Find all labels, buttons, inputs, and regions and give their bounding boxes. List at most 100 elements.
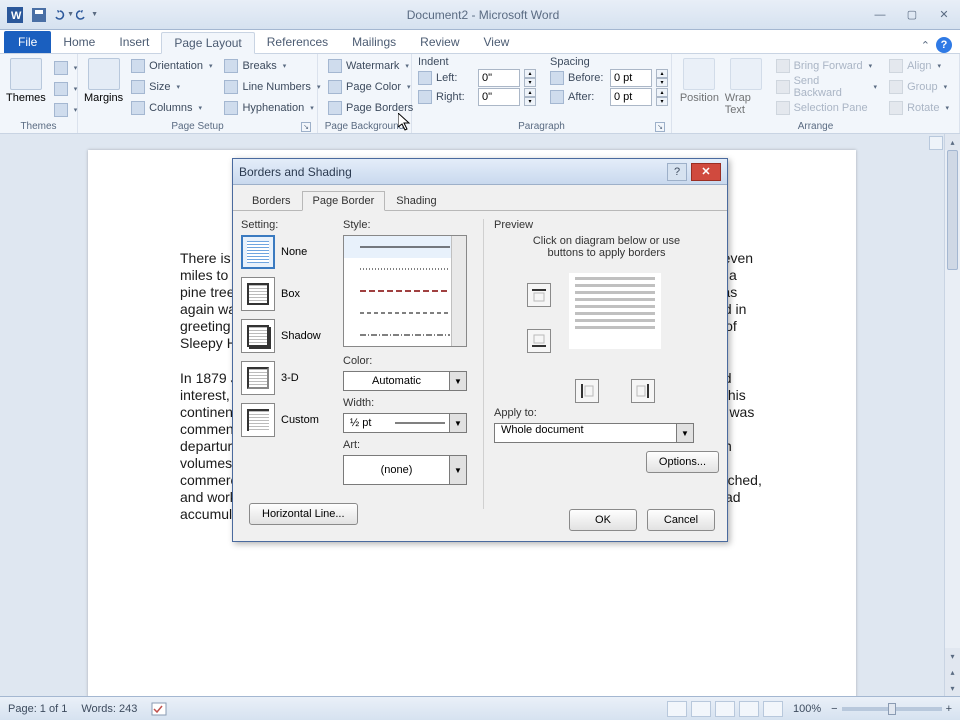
setting-shadow[interactable]: Shadow [241,319,337,353]
preview-top-border-button[interactable] [527,283,551,307]
line-numbers-button[interactable]: Line Numbers▾ [220,77,324,97]
preview-page[interactable] [569,273,661,349]
theme-fonts-button[interactable]: ▾ [50,79,82,99]
margins-button[interactable]: Margins [84,56,123,104]
status-page[interactable]: Page: 1 of 1 [8,703,67,715]
zoom-slider[interactable] [842,707,942,711]
style-list-scrollbar[interactable] [451,236,466,346]
art-combo[interactable]: (none)▼ [343,455,467,485]
tab-view[interactable]: View [472,31,522,53]
tab-page-border[interactable]: Page Border [302,191,386,211]
space-before-up[interactable]: ▴ [656,69,668,78]
page-borders-button[interactable]: Page Borders [324,98,417,118]
style-dashed[interactable] [344,302,466,324]
theme-effects-button[interactable]: ▾ [50,100,82,120]
proofing-icon[interactable] [151,702,167,716]
view-full-screen[interactable] [691,701,711,717]
tab-shading[interactable]: Shading [385,191,447,211]
preview-bottom-border-button[interactable] [527,329,551,353]
setting-3d[interactable]: 3-D [241,361,337,395]
apply-to-combo[interactable]: Whole document▼ [494,423,694,443]
minimize-ribbon-icon[interactable]: ⌃ [921,39,930,52]
tab-borders[interactable]: Borders [241,191,302,211]
color-combo-drop[interactable]: ▼ [449,372,466,390]
dialog-title-bar[interactable]: Borders and Shading ? ✕ [233,159,727,185]
preview-diagram[interactable] [527,267,687,377]
indent-right-input[interactable] [478,88,520,106]
indent-right-up[interactable]: ▴ [524,88,536,97]
page-setup-launcher[interactable]: ↘ [301,122,311,132]
space-before-down[interactable]: ▾ [656,78,668,87]
tab-mailings[interactable]: Mailings [340,31,408,53]
dialog-help-button[interactable]: ? [667,163,687,181]
indent-right-down[interactable]: ▾ [524,97,536,106]
paragraph-launcher[interactable]: ↘ [655,122,665,132]
zoom-out-button[interactable]: − [831,703,837,715]
indent-left-up[interactable]: ▴ [524,69,536,78]
style-dash-dot[interactable] [344,324,466,346]
size-button[interactable]: Size▾ [127,77,216,97]
ruler-toggle[interactable] [929,136,943,150]
indent-left-down[interactable]: ▾ [524,78,536,87]
style-listbox[interactable] [343,235,467,347]
tab-file[interactable]: File [4,31,51,53]
view-outline[interactable] [739,701,759,717]
zoom-in-button[interactable]: + [946,703,952,715]
setting-none[interactable]: None [241,235,337,269]
space-after-down[interactable]: ▾ [656,97,668,106]
dialog-close-button[interactable]: ✕ [691,163,721,181]
view-draft[interactable] [763,701,783,717]
help-icon[interactable]: ? [936,37,952,53]
options-button[interactable]: Options... [646,451,719,473]
redo-icon[interactable]: ▼ [76,4,98,26]
scroll-thumb[interactable] [947,150,958,270]
close-window-button[interactable]: ✕ [932,7,956,23]
width-combo-drop[interactable]: ▼ [449,414,466,432]
tab-home[interactable]: Home [51,31,107,53]
preview-left-border-button[interactable] [575,379,599,403]
art-combo-drop[interactable]: ▼ [449,456,466,484]
zoom-slider-thumb[interactable] [888,703,896,715]
style-dashed-thick[interactable] [344,280,466,302]
tab-page-layout[interactable]: Page Layout [161,32,254,54]
view-print-layout[interactable] [667,701,687,717]
theme-colors-button[interactable]: ▾ [50,58,82,78]
status-words[interactable]: Words: 243 [81,703,137,715]
space-after-input[interactable] [610,88,652,106]
prev-page-button[interactable]: ▴ [945,664,960,680]
ok-button[interactable]: OK [569,509,637,531]
tab-references[interactable]: References [255,31,340,53]
orientation-button[interactable]: Orientation▾ [127,56,216,76]
setting-custom[interactable]: Custom [241,403,337,437]
scroll-down-button[interactable]: ▾ [945,648,960,664]
undo-icon[interactable]: ▼ [52,4,74,26]
space-after-up[interactable]: ▴ [656,88,668,97]
watermark-button[interactable]: Watermark▾ [324,56,417,76]
minimize-button[interactable]: — [868,7,892,23]
setting-box[interactable]: Box [241,277,337,311]
color-combo[interactable]: Automatic▼ [343,371,467,391]
vertical-scrollbar[interactable]: ▴ ▾ ▴ ▾ [944,134,960,696]
page-color-button[interactable]: Page Color▾ [324,77,417,97]
tab-insert[interactable]: Insert [107,31,161,53]
tab-review[interactable]: Review [408,31,471,53]
scroll-track[interactable] [945,150,960,648]
horizontal-line-button[interactable]: Horizontal Line... [249,503,358,525]
style-solid[interactable] [344,236,466,258]
scroll-up-button[interactable]: ▴ [945,134,960,150]
next-page-button[interactable]: ▾ [945,680,960,696]
space-before-input[interactable] [610,69,652,87]
status-zoom[interactable]: 100% [793,703,821,715]
apply-to-drop[interactable]: ▼ [676,424,693,442]
themes-button[interactable]: Themes [6,56,46,104]
columns-button[interactable]: Columns▾ [127,98,216,118]
word-icon[interactable]: W [4,4,26,26]
breaks-button[interactable]: Breaks▾ [220,56,324,76]
style-dotted[interactable] [344,258,466,280]
width-combo[interactable]: ½ pt▼ [343,413,467,433]
hyphenation-button[interactable]: Hyphenation▾ [220,98,324,118]
indent-left-input[interactable] [478,69,520,87]
save-icon[interactable] [28,4,50,26]
preview-right-border-button[interactable] [631,379,655,403]
maximize-button[interactable]: ▢ [900,7,924,23]
